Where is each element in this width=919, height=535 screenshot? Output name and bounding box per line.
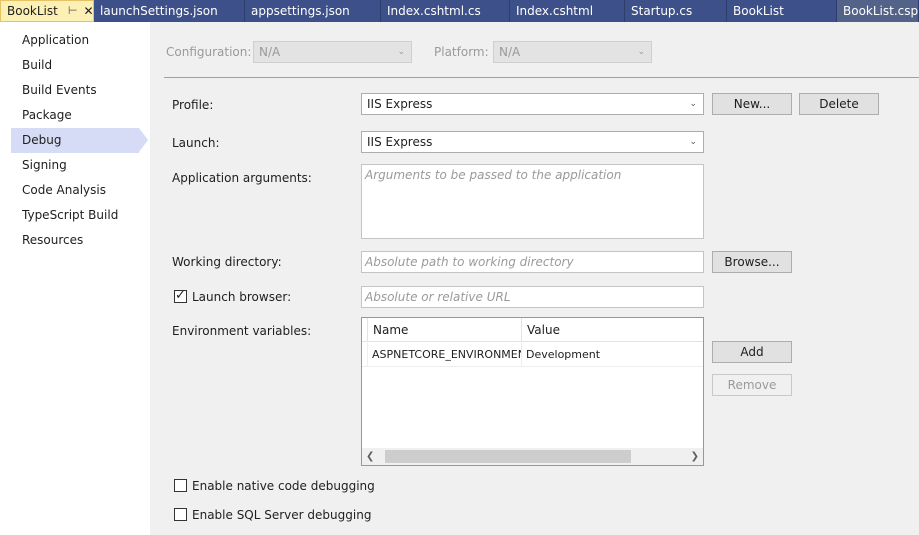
nav-item-typescript-build[interactable]: TypeScript Build <box>11 203 148 228</box>
launch-dropdown[interactable]: IIS Express ⌄ <box>361 131 704 153</box>
tab-index-cshtml-cs[interactable]: Index.cshtml.cs <box>381 0 510 22</box>
scrollbar-thumb[interactable] <box>385 450 631 463</box>
tab-booklist-active[interactable]: BookList ⊢ ✕ <box>0 0 94 22</box>
launch-value: IIS Express <box>367 135 433 149</box>
cell-name[interactable]: ASPNETCORE_ENVIRONMENT <box>368 343 522 367</box>
cell-value[interactable]: Development <box>522 343 703 367</box>
tab-label: BookList <box>733 4 784 18</box>
configuration-dropdown[interactable]: N/A ⌄ <box>253 41 412 63</box>
debug-settings-panel: Configuration: N/A ⌄ Platform: N/A ⌄ Pro… <box>150 22 919 535</box>
tab-label: Index.cshtml <box>516 4 594 18</box>
table-row[interactable]: ASPNETCORE_ENVIRONMENT Development <box>362 343 703 367</box>
nav-item-resources[interactable]: Resources <box>11 228 148 253</box>
launch-url-input[interactable]: Absolute or relative URL <box>361 286 704 308</box>
platform-dropdown[interactable]: N/A ⌄ <box>493 41 652 63</box>
nav-item-build-events[interactable]: Build Events <box>11 78 148 103</box>
tab-label: launchSettings.json <box>100 4 218 18</box>
sql-debugging-label: Enable SQL Server debugging <box>192 508 372 522</box>
tab-booklist-2[interactable]: BookList <box>727 0 837 22</box>
profile-dropdown[interactable]: IIS Express ⌄ <box>361 93 704 115</box>
nav-item-build[interactable]: Build <box>11 53 148 78</box>
chevron-down-icon: ⌄ <box>689 99 697 109</box>
app-arguments-input[interactable]: Arguments to be passed to the applicatio… <box>361 164 704 239</box>
tab-label: Startup.cs <box>631 4 693 18</box>
column-header-value[interactable]: Value <box>522 318 703 342</box>
nav-item-code-analysis[interactable]: Code Analysis <box>11 178 148 203</box>
configuration-label: Configuration: <box>166 45 252 59</box>
new-profile-button[interactable]: New... <box>712 93 792 115</box>
native-debugging-checkbox[interactable] <box>174 479 187 492</box>
launch-browser-label: Launch browser: <box>192 290 292 304</box>
chevron-down-icon: ⌄ <box>689 137 697 147</box>
nav-item-signing[interactable]: Signing <box>11 153 148 178</box>
nav-item-package[interactable]: Package <box>11 103 148 128</box>
remove-variable-button[interactable]: Remove <box>712 374 792 396</box>
tab-label: Index.cshtml.cs <box>387 4 481 18</box>
add-variable-button[interactable]: Add <box>712 341 792 363</box>
tab-launchsettings[interactable]: launchSettings.json <box>94 0 245 22</box>
nav-item-application[interactable]: Application <box>11 28 148 53</box>
configuration-value: N/A <box>259 45 281 59</box>
browse-button[interactable]: Browse... <box>712 251 792 273</box>
tab-label: appsettings.json <box>251 4 350 18</box>
tab-appsettings[interactable]: appsettings.json <box>245 0 381 22</box>
environment-variables-grid[interactable]: Name Value ASPNETCORE_ENVIRONMENT Develo… <box>361 317 704 466</box>
document-tab-strip: BookList ⊢ ✕ launchSettings.json appsett… <box>0 0 919 22</box>
launch-browser-checkbox[interactable]: ✓ <box>174 288 187 303</box>
platform-value: N/A <box>499 45 521 59</box>
tab-label: BookList <box>7 4 58 18</box>
close-icon[interactable]: ✕ <box>83 0 93 22</box>
tab-label: BookList.cspro <box>843 4 919 18</box>
tab-booklist-csproj[interactable]: BookList.cspro <box>837 0 919 22</box>
grid-header: Name Value <box>362 318 703 342</box>
profile-value: IIS Express <box>367 97 433 111</box>
tab-index-cshtml[interactable]: Index.cshtml <box>510 0 625 22</box>
app-arguments-label: Application arguments: <box>172 171 312 185</box>
working-directory-label: Working directory: <box>172 255 282 269</box>
nav-item-debug[interactable]: Debug <box>11 128 139 153</box>
nav-selection-arrow <box>139 128 148 152</box>
sql-debugging-checkbox[interactable] <box>174 508 187 521</box>
environment-variables-label: Environment variables: <box>172 324 312 338</box>
launch-label: Launch: <box>172 136 220 150</box>
chevron-down-icon: ⌄ <box>397 47 405 57</box>
profile-label: Profile: <box>172 98 214 112</box>
chevron-down-icon: ⌄ <box>637 47 645 57</box>
project-properties-nav: Application Build Build Events Package D… <box>0 22 150 535</box>
checkmark-icon: ✓ <box>175 288 186 303</box>
scroll-left-icon[interactable]: ❮ <box>366 448 374 465</box>
delete-profile-button[interactable]: Delete <box>799 93 879 115</box>
divider <box>164 77 919 78</box>
platform-label: Platform: <box>434 45 489 59</box>
working-directory-input[interactable]: Absolute path to working directory <box>361 251 704 273</box>
pin-icon[interactable]: ⊢ <box>68 0 78 22</box>
native-debugging-label: Enable native code debugging <box>192 479 375 493</box>
scroll-right-icon[interactable]: ❯ <box>691 448 699 465</box>
horizontal-scrollbar[interactable]: ❮ ❯ <box>362 448 703 465</box>
tab-startup[interactable]: Startup.cs <box>625 0 727 22</box>
column-header-name[interactable]: Name <box>368 318 522 342</box>
